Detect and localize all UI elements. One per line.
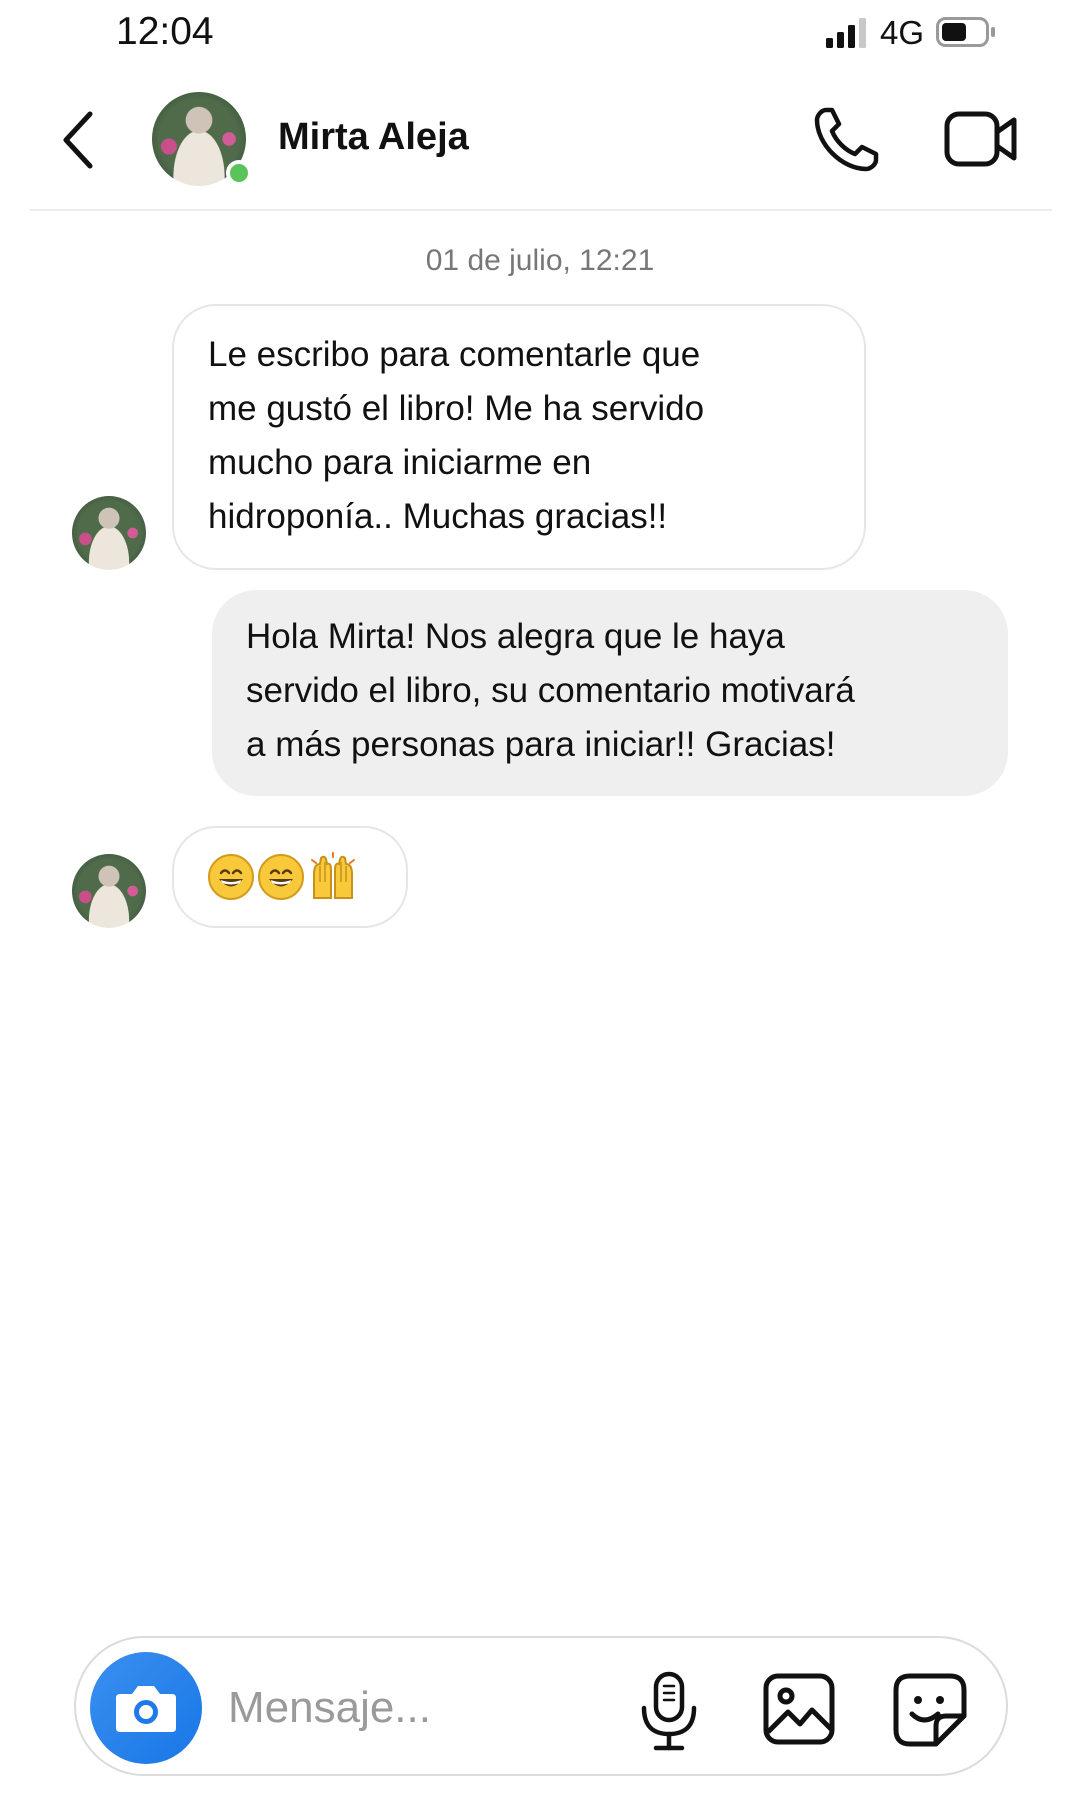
contact-name[interactable]: Mirta Aleja xyxy=(278,116,469,159)
message-input[interactable] xyxy=(226,1672,620,1744)
image-icon xyxy=(763,1673,835,1745)
message-line: hidroponía.. Muchas gracias!! xyxy=(208,497,668,536)
message-line: Hola Mirta! Nos alegra que le haya xyxy=(246,617,785,656)
outgoing-message-bubble[interactable]: Hola Mirta! Nos alegra que le haya servi… xyxy=(212,590,1008,796)
gallery-button[interactable] xyxy=(762,1672,836,1746)
phone-icon xyxy=(814,107,879,172)
sender-avatar[interactable] xyxy=(72,854,146,928)
sticker-icon xyxy=(893,1673,967,1747)
online-status-dot xyxy=(226,160,252,186)
chevron-left-icon xyxy=(63,111,93,169)
raising-hands-emoji xyxy=(308,852,358,902)
microphone-button[interactable] xyxy=(636,1670,702,1754)
status-time: 12:04 xyxy=(116,10,214,53)
video-call-button[interactable] xyxy=(944,108,1018,170)
back-button[interactable] xyxy=(54,108,110,172)
message-line: a más personas para iniciar!! Gracias! xyxy=(246,725,836,764)
message-line: servido el libro, su comentario motivará xyxy=(246,671,855,710)
call-button[interactable] xyxy=(812,104,882,174)
incoming-emoji-bubble[interactable] xyxy=(172,826,408,928)
message-line: me gustó el libro! Me ha servido xyxy=(208,389,705,428)
date-stamp: 01 de julio, 12:21 xyxy=(425,244,655,277)
message-line: Le escribo para comentarle que xyxy=(208,335,701,374)
message-line: mucho para iniciarme en xyxy=(208,443,592,482)
battery-icon xyxy=(936,17,995,47)
header-divider xyxy=(30,209,1052,211)
signal-bars-icon xyxy=(826,18,866,48)
video-camera-icon xyxy=(944,111,1017,167)
grinning-face-emoji xyxy=(208,854,254,900)
camera-icon xyxy=(116,1686,176,1732)
camera-button[interactable] xyxy=(90,1652,202,1764)
network-label: 4G xyxy=(880,14,925,51)
sticker-button[interactable] xyxy=(890,1670,970,1750)
incoming-message-bubble[interactable]: Le escribo para comentarle que me gustó … xyxy=(172,304,866,570)
grinning-face-emoji xyxy=(258,854,304,900)
microphone-icon xyxy=(641,1671,697,1751)
sender-avatar[interactable] xyxy=(72,496,146,570)
